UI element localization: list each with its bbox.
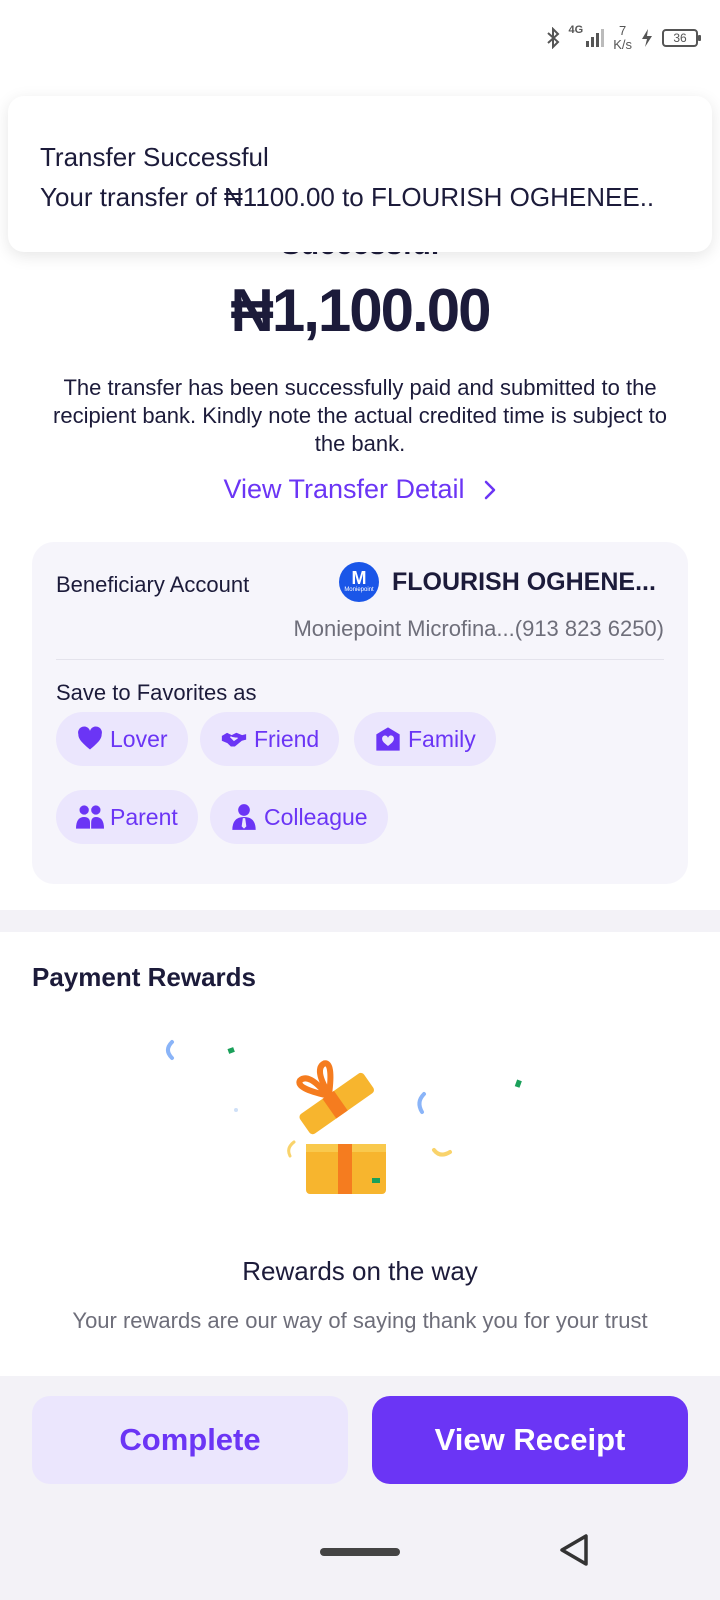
beneficiary-bank: Moniepoint Microfina...(913 823 6250) <box>293 616 664 641</box>
favorite-chip-label: Lover <box>110 725 168 752</box>
bluetooth-icon <box>546 27 559 49</box>
family-heart-icon <box>376 727 400 751</box>
toast-title: Transfer Successful <box>40 142 269 172</box>
favorite-chip-label: Family <box>408 725 476 752</box>
favorite-chip-label: Colleague <box>264 803 368 830</box>
network-speed: 7 K/s <box>613 24 632 52</box>
view-receipt-button[interactable]: View Receipt <box>372 1396 688 1484</box>
favorite-chip-family[interactable]: Family <box>354 712 496 766</box>
status-icons: 4G 7 K/s 36 <box>545 24 701 52</box>
favorite-chip-friend[interactable]: Friend <box>200 712 340 766</box>
favorite-chip-label: Parent <box>110 803 178 830</box>
divider <box>56 659 664 660</box>
toast-message: Your transfer of ₦1100.00 to FLOURISH OG… <box>40 182 655 212</box>
favorite-chip-lover[interactable]: Lover <box>56 712 188 766</box>
complete-button[interactable]: Complete <box>32 1396 348 1484</box>
rewards-text: Your rewards are our way of saying thank… <box>72 1308 648 1333</box>
bank-logo-letter: M <box>351 568 367 588</box>
speed-unit: K/s <box>613 37 632 52</box>
parent-icon <box>76 805 104 829</box>
rewards-subtitle: Rewards on the way <box>242 1256 478 1286</box>
handshake-icon <box>220 731 248 748</box>
home-gesture-bar[interactable] <box>320 1548 400 1556</box>
chevron-right-icon <box>484 480 495 499</box>
view-transfer-detail-link[interactable]: View Transfer Detail <box>0 474 720 505</box>
status-bar: 4G 7 K/s 36 <box>0 0 720 80</box>
back-triangle-icon[interactable] <box>556 1532 592 1568</box>
bottom-action-bar: Complete View Receipt <box>0 1376 720 1600</box>
beneficiary-label: Beneficiary Account <box>56 572 250 597</box>
favorites-label: Save to Favorites as <box>56 680 257 705</box>
section-separator <box>0 910 720 932</box>
signal-icon <box>586 29 605 47</box>
rewards-title: Payment Rewards <box>32 962 256 992</box>
gift-box-illustration <box>166 1040 522 1194</box>
bank-logo: M Moniepoint <box>339 562 379 602</box>
beneficiary-card: Beneficiary Account M Moniepoint FLOURIS… <box>32 542 688 884</box>
network-type: 4G <box>568 24 584 36</box>
favorite-chip-label: Friend <box>254 725 320 752</box>
transfer-amount: ₦1,100.00 <box>230 277 492 344</box>
favorite-chip-parent[interactable]: Parent <box>56 790 198 844</box>
favorite-chip-colleague[interactable]: Colleague <box>210 790 388 844</box>
beneficiary-name: FLOURISH OGHENE... <box>392 568 656 596</box>
transfer-description: The transfer has been successfully paid … <box>53 375 667 456</box>
speed-value: 7 <box>618 23 627 38</box>
transfer-toast[interactable]: Transfer Successful Your transfer of ₦11… <box>8 96 712 252</box>
view-transfer-detail-label: View Transfer Detail <box>223 474 465 504</box>
charging-icon <box>642 29 652 47</box>
colleague-icon <box>232 804 256 830</box>
battery-indicator: 36 <box>662 29 701 47</box>
bank-logo-text: Moniepoint <box>344 587 374 593</box>
heart-icon <box>78 726 102 750</box>
